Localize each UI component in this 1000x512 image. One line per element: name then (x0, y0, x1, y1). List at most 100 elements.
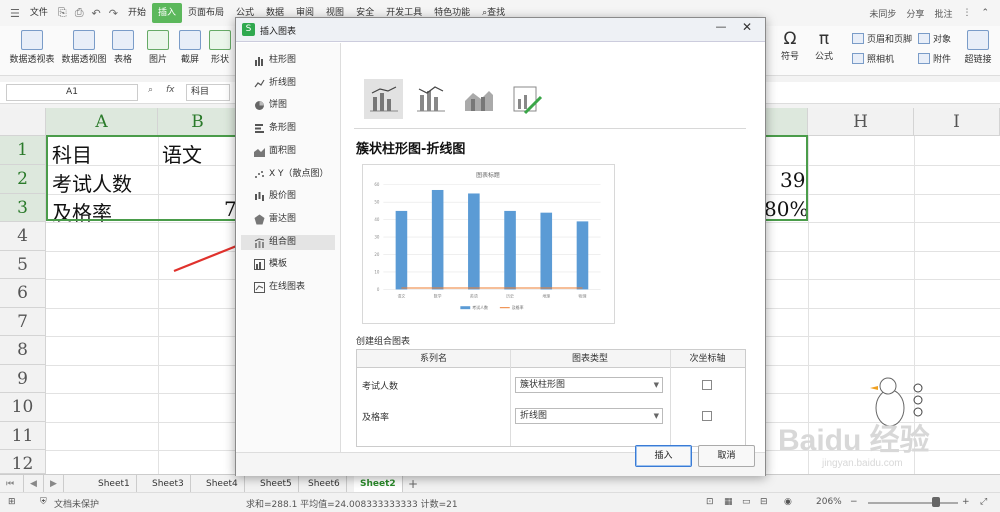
comment-button[interactable]: 批注 (929, 7, 957, 20)
shape-button[interactable]: 形状 (208, 26, 232, 65)
cell-a2[interactable]: 考试人数 (52, 168, 132, 197)
symbol-button[interactable]: Ω 符号 (778, 26, 802, 62)
zoom-icon[interactable]: ⌕ (148, 85, 153, 95)
sheet-tab-6[interactable]: Sheet6 (302, 475, 347, 493)
header-footer-button[interactable]: 页眉和页脚 (852, 32, 912, 45)
row-header-11[interactable]: 11 (0, 422, 46, 450)
category-combo[interactable]: 组合图 (241, 235, 335, 250)
prev-sheet-icon[interactable]: ◀ (24, 475, 44, 493)
hyperlink-button[interactable]: 超链接 (962, 26, 994, 65)
dialog-titlebar[interactable]: S 插入图表 — ✕ (236, 18, 765, 42)
category-bar[interactable]: 条形图 (241, 121, 335, 136)
tab-insert[interactable]: 插入 (151, 3, 182, 23)
formula-button[interactable]: π 公式 (812, 26, 836, 62)
zoom-slider-handle[interactable] (932, 497, 940, 507)
cell-b1[interactable]: 语文 (162, 139, 202, 168)
name-box[interactable]: A1 (6, 84, 138, 101)
print-icon[interactable]: ⎙ (71, 6, 88, 20)
screenshot-button[interactable]: 截屏 (178, 26, 202, 65)
save-icon[interactable]: ⎘ (54, 6, 71, 20)
category-online[interactable]: 在线图表 (241, 280, 335, 295)
sheet-tab-5[interactable]: Sheet5 (254, 475, 299, 493)
row-header-4[interactable]: 4 (0, 222, 46, 251)
cell-a1[interactable]: 科目 (52, 139, 92, 168)
column-header-h[interactable]: H (808, 108, 914, 136)
row-header-6[interactable]: 6 (0, 279, 46, 308)
more-icon[interactable]: ⋮ (957, 8, 976, 18)
camera-button[interactable]: 照相机 (852, 52, 894, 65)
first-sheet-icon[interactable]: ⏮ (0, 475, 24, 493)
row-header-3[interactable]: 3 (0, 194, 46, 222)
page-view-icon[interactable]: ▭ (742, 497, 751, 507)
insert-button[interactable]: 插入 (635, 445, 692, 467)
page-break-icon[interactable]: ⊟ (760, 497, 768, 507)
series-type-select-1[interactable]: 簇状柱形图 ▼ (515, 377, 663, 393)
category-line[interactable]: 折线图 (241, 76, 335, 91)
secondary-axis-checkbox-1[interactable] (702, 380, 712, 390)
category-radar[interactable]: 雷达图 (241, 212, 335, 227)
row-header-12[interactable]: 12 (0, 450, 46, 474)
zoom-level[interactable]: 206% (816, 497, 842, 507)
next-sheet-icon[interactable]: ▶ (44, 475, 64, 493)
eye-icon[interactable]: ◉ (784, 497, 792, 507)
cell-a3[interactable]: 及格率 (52, 197, 112, 226)
hamburger-icon[interactable]: ☰ (6, 7, 24, 20)
zoom-out-icon[interactable]: − (850, 497, 858, 507)
secondary-axis-checkbox-2[interactable] (702, 411, 712, 421)
tab-home[interactable]: 开始 (122, 0, 152, 26)
column-header-g[interactable] (766, 108, 808, 136)
cell-g2[interactable]: 39 (780, 168, 805, 192)
row-header-10[interactable]: 10 (0, 393, 46, 422)
close-icon[interactable]: ✕ (736, 20, 758, 38)
category-area[interactable]: 面积图 (241, 144, 335, 159)
object-button[interactable]: 对象 (918, 32, 951, 45)
protection-status[interactable]: 文档未保护 (54, 497, 99, 510)
combo-variant-1-icon[interactable] (364, 79, 403, 119)
combo-variant-2-icon[interactable] (411, 79, 450, 119)
attachment-button[interactable]: 附件 (918, 52, 951, 65)
table-button[interactable]: 表格 (112, 26, 134, 65)
category-column[interactable]: 柱形图 (241, 53, 335, 68)
column-header-a[interactable]: A (46, 108, 158, 136)
add-sheet-icon[interactable]: + (402, 475, 424, 493)
series-type-select-2[interactable]: 折线图 ▼ (515, 408, 663, 424)
column-header-i[interactable]: I (914, 108, 1000, 136)
zoom-slider[interactable] (868, 502, 958, 504)
picture-button[interactable]: 图片 (146, 26, 170, 65)
sheet-tab-4[interactable]: Sheet4 (200, 475, 245, 493)
formula-input[interactable]: 科目 (186, 84, 230, 101)
sheet-tab-1[interactable]: Sheet1 (92, 475, 137, 493)
corner-select-all[interactable] (0, 108, 46, 136)
category-pie[interactable]: 饼图 (241, 98, 335, 113)
sync-status[interactable]: 未同步 (864, 7, 901, 20)
row-header-1[interactable]: 1 (0, 136, 46, 165)
pivot-chart-button[interactable]: 数据透视图 (60, 26, 108, 65)
menu-file[interactable]: 文件 (24, 0, 54, 26)
combo-variant-3-icon[interactable] (459, 79, 498, 119)
zoom-in-icon[interactable]: + (962, 497, 970, 507)
redo-icon[interactable]: ↷ (105, 7, 122, 20)
category-scatter[interactable]: X Y（散点图） (241, 167, 335, 182)
cancel-button[interactable]: 取消 (698, 445, 755, 467)
sheet-tab-2[interactable]: Sheet2 (354, 475, 403, 493)
row-header-5[interactable]: 5 (0, 251, 46, 279)
pivot-table-button[interactable]: 数据透视表 (8, 26, 56, 65)
category-stock[interactable]: 股价图 (241, 189, 335, 204)
undo-icon[interactable]: ↶ (88, 7, 105, 20)
row-header-7[interactable]: 7 (0, 308, 46, 336)
freeze-icon[interactable]: ⊡ (706, 497, 714, 507)
column-header-b[interactable]: B (158, 108, 238, 136)
macro-icon[interactable]: ⊞ (8, 497, 16, 507)
fullscreen-icon[interactable]: ⤢ (980, 497, 987, 507)
fx-icon[interactable]: fx (166, 85, 175, 95)
tab-page-layout[interactable]: 页面布局 (182, 0, 230, 26)
row-header-2[interactable]: 2 (0, 165, 46, 194)
category-template[interactable]: 模板 (241, 257, 335, 272)
minimize-icon[interactable]: — (710, 20, 732, 38)
normal-view-icon[interactable]: ▦ (724, 497, 733, 507)
cell-g3[interactable]: 80% (764, 197, 808, 221)
share-button[interactable]: 分享 (901, 7, 929, 20)
row-header-9[interactable]: 9 (0, 365, 46, 393)
row-header-8[interactable]: 8 (0, 336, 46, 365)
combo-custom-icon[interactable] (507, 79, 546, 119)
